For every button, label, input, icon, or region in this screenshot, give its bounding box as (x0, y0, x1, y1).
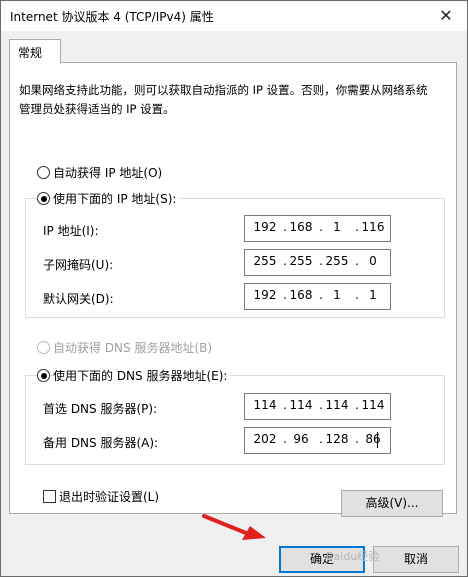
ip-address-octet-3: 1 (333, 220, 341, 234)
alternate-dns-octet-3: 128 (325, 432, 349, 446)
preferred-dns-input[interactable]: 114 . 114 . 114 . 114 (244, 393, 391, 420)
subnet-mask-octet-2: 255 (289, 254, 313, 268)
cancel-button[interactable]: 取消 (373, 546, 459, 573)
ip-address-octet-4: 116 (361, 220, 385, 234)
default-gateway-octet-4: 1 (369, 288, 377, 302)
subnet-mask-octet-4: 0 (369, 254, 377, 268)
subnet-mask-label: 子网掩码(U): (43, 258, 114, 272)
title-bar[interactable]: Internet 协议版本 4 (TCP/IPv4) 属性 ✕ (1, 1, 467, 31)
default-gateway-octet-3: 1 (333, 288, 341, 302)
manual-dns-label[interactable]: 使用下面的 DNS 服务器地址(E): (53, 367, 231, 384)
manual-ip-label[interactable]: 使用下面的 IP 地址(S): (53, 190, 180, 207)
default-gateway-octet-1: 192 (253, 288, 277, 302)
alternate-dns-octet-1: 202 (253, 432, 277, 446)
subnet-mask-octet-3: 255 (325, 254, 349, 268)
validate-on-exit-label[interactable]: 退出时验证设置(L) (59, 488, 159, 505)
auto-ip-label[interactable]: 自动获得 IP 地址(O) (53, 164, 162, 181)
preferred-dns-octet-1: 114 (253, 398, 277, 412)
default-gateway-label: 默认网关(D): (43, 292, 114, 306)
preferred-dns-octet-2: 114 (289, 398, 313, 412)
auto-dns-radio[interactable] (37, 341, 50, 354)
manual-ip-radio[interactable] (37, 192, 50, 205)
advanced-button[interactable]: 高级(V)... (341, 490, 443, 517)
tab-general-label: 常规 (18, 46, 43, 60)
dialog-window: Internet 协议版本 4 (TCP/IPv4) 属性 ✕ 常规 如果网络支… (0, 0, 468, 577)
ip-address-octet-1: 192 (253, 220, 277, 234)
manual-dns-radio[interactable] (37, 369, 50, 382)
preferred-dns-octet-3: 114 (325, 398, 349, 412)
description-text: 如果网络支持此功能，则可以获取自动指派的 IP 设置。否则，你需要从网络系统管理… (19, 83, 428, 116)
tab-general[interactable]: 常规 (9, 39, 61, 64)
window-title: Internet 协议版本 4 (TCP/IPv4) 属性 (10, 10, 214, 24)
ip-address-label: IP 地址(I): (43, 224, 99, 238)
alternate-dns-octet-4: 86 (365, 432, 381, 446)
auto-dns-label[interactable]: 自动获得 DNS 服务器地址(B) (53, 339, 212, 356)
alternate-dns-octet-2: 96 (293, 432, 309, 446)
close-icon[interactable]: ✕ (435, 5, 457, 27)
preferred-dns-octet-4: 114 (361, 398, 385, 412)
dialog-body: 常规 如果网络支持此功能，则可以获取自动指派的 IP 设置。否则，你需要从网络系… (1, 31, 467, 576)
default-gateway-octet-2: 168 (289, 288, 313, 302)
ip-address-input[interactable]: 192 . 168 . 1 . 116 (244, 215, 391, 242)
validate-on-exit-checkbox[interactable] (43, 490, 56, 503)
subnet-mask-octet-1: 255 (253, 254, 277, 268)
preferred-dns-label: 首选 DNS 服务器(P): (43, 402, 158, 416)
alternate-dns-label: 备用 DNS 服务器(A): (43, 436, 159, 450)
alternate-dns-input[interactable]: 202 . 96 . 128 . 86 (244, 427, 391, 454)
ip-address-octet-2: 168 (289, 220, 313, 234)
text-cursor (377, 432, 378, 448)
watermark: Baidu经验 (326, 550, 380, 563)
subnet-mask-input[interactable]: 255 . 255 . 255 . 0 (244, 249, 391, 276)
auto-ip-radio[interactable] (37, 166, 50, 179)
default-gateway-input[interactable]: 192 . 168 . 1 . 1 (244, 283, 391, 310)
